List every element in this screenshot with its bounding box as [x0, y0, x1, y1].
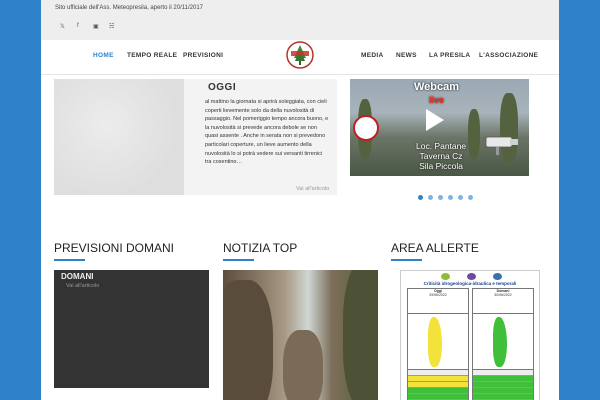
twitter-icon[interactable]: 𝕏 — [60, 23, 65, 30]
play-icon[interactable] — [426, 109, 444, 131]
webcam-live-label: live — [429, 95, 445, 105]
allerte-map-tomorrow — [472, 313, 534, 370]
oggi-card[interactable]: OGGI al mattino la giornata si aprirà so… — [54, 79, 337, 195]
rock-center — [283, 330, 323, 400]
section-title-area-allerte: AREA ALLERTE — [391, 241, 479, 255]
facebook-icon[interactable]: f — [77, 23, 79, 29]
top-bar: Sito ufficiale dell'Ass. Meteopresila, a… — [41, 0, 559, 40]
calabria-map-yellow — [428, 317, 442, 367]
domani-title[interactable]: DOMANI — [61, 272, 93, 281]
nav-media[interactable]: MEDIA — [361, 52, 383, 59]
civil-protection-logo-icon — [493, 273, 502, 280]
region-logo-icon — [441, 273, 450, 280]
instagram-icon[interactable]: ▣ — [93, 23, 99, 30]
section-title-previsioni-domani: PREVISIONI DOMANI — [54, 241, 175, 255]
allerte-doc-title: Criticità idrogeologica-idraulica e temp… — [423, 281, 517, 286]
main-nav: HOME TEMPO REALE PREVISIONI MEDIA NEWS L… — [41, 40, 559, 75]
slider-dot[interactable] — [468, 195, 473, 200]
rss-icon[interactable]: ☵ — [109, 23, 114, 30]
slider-dots — [418, 187, 478, 205]
oggi-text: al mattino la giornata si aprirà soleggi… — [205, 99, 329, 166]
allerte-document[interactable]: Criticità idrogeologica-idraulica e temp… — [400, 270, 540, 400]
allerte-table-tomorrow — [472, 369, 534, 400]
section-underline — [54, 259, 85, 261]
allerte-col-today-date: 29/06/2022 — [429, 293, 447, 297]
domani-read-more-link[interactable]: Vai all'articolo — [66, 283, 99, 289]
allerte-table-today — [407, 369, 469, 400]
rock-left — [223, 280, 273, 400]
site-logo[interactable] — [285, 40, 315, 70]
section-underline — [391, 259, 422, 261]
webcam-location-line2: Taverna Cz — [419, 151, 463, 161]
nav-home[interactable]: HOME — [93, 52, 114, 59]
oggi-read-more-link[interactable]: Vai all'articolo — [296, 186, 329, 192]
nav-previsioni[interactable]: PREVISIONI — [183, 52, 223, 59]
rock-right — [343, 270, 378, 400]
webcam-location: Loc. Pantane Taverna Cz Sila Piccola — [416, 141, 466, 171]
arpacal-logo-icon — [467, 273, 476, 280]
allerte-col-tomorrow-date: 30/06/2022 — [494, 293, 512, 297]
webcam-tree — [468, 109, 480, 159]
slider-dot[interactable] — [438, 195, 443, 200]
webcam-title: Webcam — [414, 81, 460, 93]
camera-icon — [485, 136, 518, 155]
oggi-image[interactable] — [54, 79, 184, 195]
nav-tempo-reale[interactable]: TEMPO REALE — [127, 52, 177, 59]
allerte-map-today — [407, 313, 469, 370]
webcam-logo-icon — [353, 115, 379, 141]
section-title-notizia-top: NOTIZIA TOP — [223, 241, 298, 255]
nav-news[interactable]: NEWS — [396, 52, 417, 59]
webcam-slider[interactable]: Webcam live Loc. Pantane Taverna Cz Sila… — [350, 79, 529, 176]
webcam-location-line1: Loc. Pantane — [416, 141, 467, 151]
oggi-title[interactable]: OGGI — [208, 82, 236, 93]
slider-dot[interactable] — [428, 195, 433, 200]
allerte-col-tomorrow: Domani 30/06/2022 — [472, 288, 534, 314]
notizia-top-image[interactable] — [223, 270, 378, 400]
domani-card[interactable]: DOMANI Vai all'articolo — [54, 270, 209, 388]
site-tagline: Sito ufficiale dell'Ass. Meteopresila, a… — [55, 5, 204, 11]
webcam-location-line3: Sila Piccola — [419, 161, 464, 171]
nav-la-presila[interactable]: LA PRESILA — [429, 52, 470, 59]
calabria-map-green — [493, 317, 507, 367]
nav-associazione[interactable]: L'ASSOCIAZIONE — [479, 52, 538, 59]
section-underline — [223, 259, 254, 261]
slider-dot[interactable] — [418, 195, 423, 200]
allerte-col-today: Oggi 29/06/2022 — [407, 288, 469, 314]
page-container: Sito ufficiale dell'Ass. Meteopresila, a… — [41, 0, 559, 400]
slider-dot[interactable] — [458, 195, 463, 200]
slider-dot[interactable] — [448, 195, 453, 200]
